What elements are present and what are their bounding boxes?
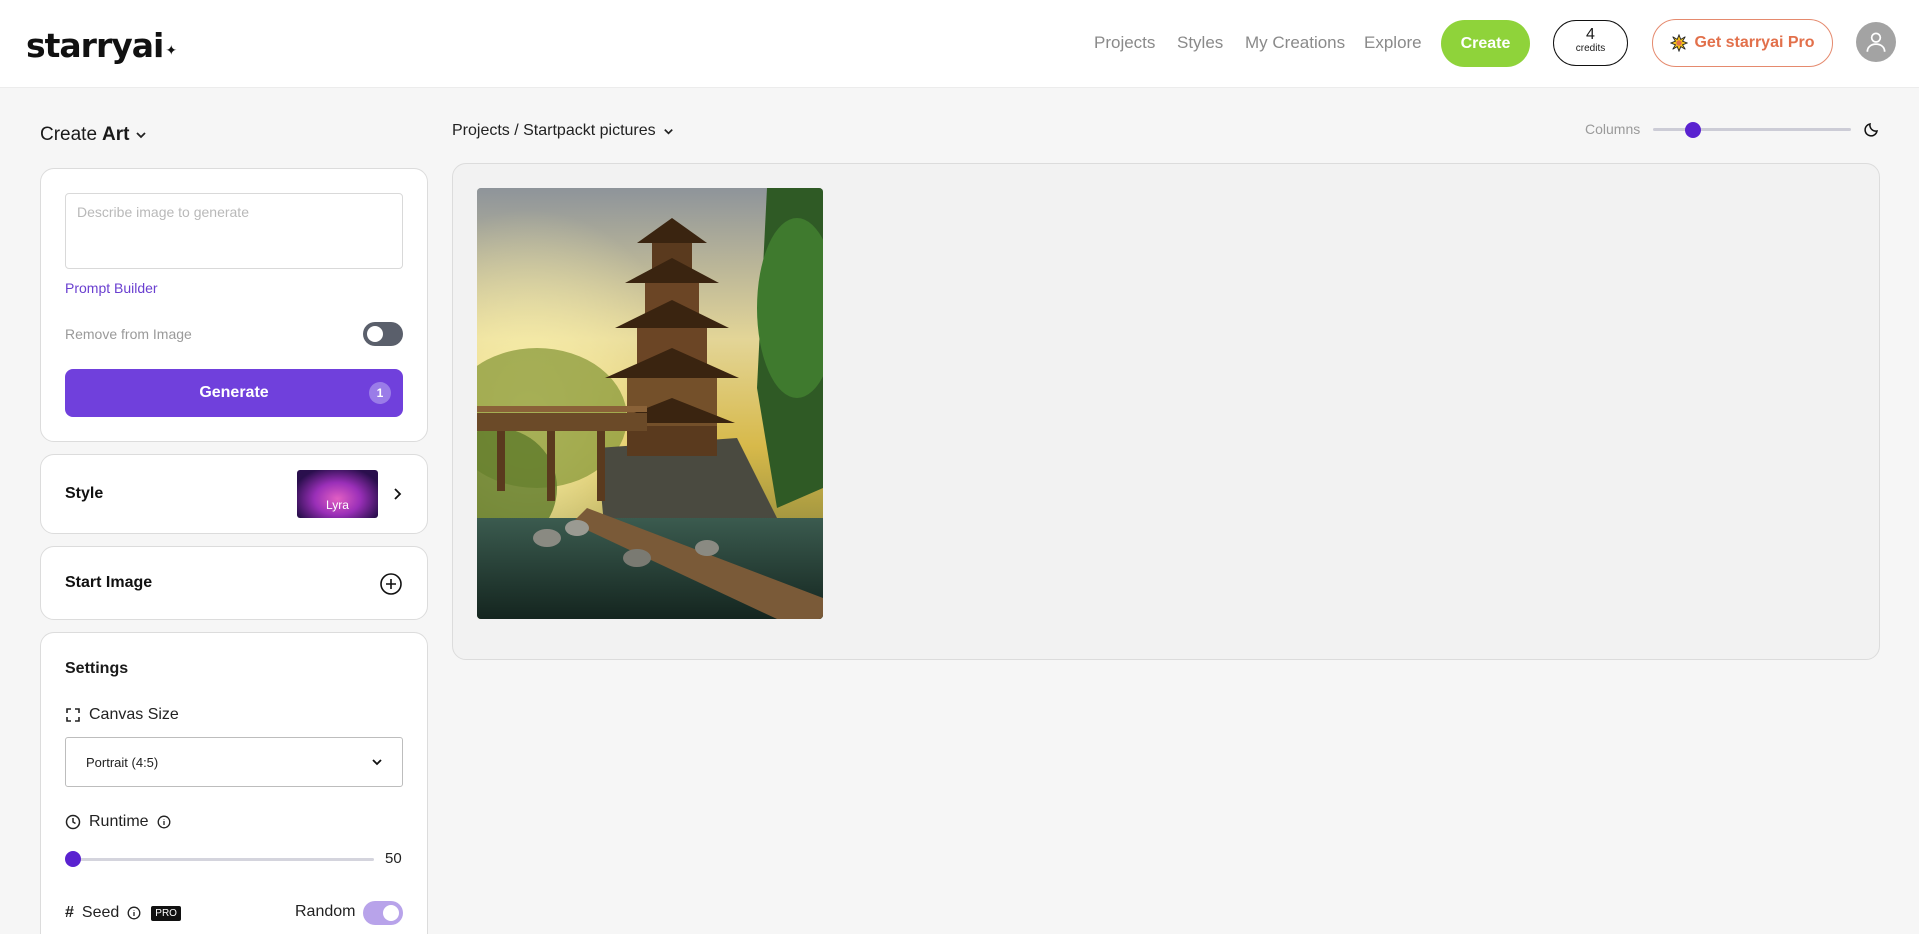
canvas-size-select[interactable]: Portrait (4:5) [65,737,403,787]
info-icon[interactable] [127,906,141,920]
project-breadcrumb[interactable]: Projects / Startpackt pictures [452,122,675,140]
moon-icon[interactable] [1864,121,1880,137]
expand-icon [66,708,80,722]
clock-icon [65,814,81,830]
hash-icon: # [65,904,74,921]
starryai-logo[interactable]: starryai ✦ [26,26,177,65]
generate-count-badge: 1 [369,382,391,404]
random-label: Random [295,903,356,920]
seed-row: # Seed PRO [65,904,181,922]
prompt-panel: Prompt Builder Remove from Image Generat… [40,168,428,442]
add-circle-icon[interactable] [379,572,403,596]
style-panel[interactable]: Style Lyra [40,454,428,534]
start-image-panel[interactable]: Start Image [40,546,428,620]
logo-star-icon: ✦ [165,43,177,59]
prompt-input[interactable] [65,193,403,269]
credits-label: credits [1575,43,1606,54]
runtime-slider-track[interactable] [73,858,374,861]
style-label: Style [65,485,104,502]
chevron-right-icon[interactable] [390,487,404,501]
columns-slider-track[interactable] [1653,128,1851,131]
columns-label: Columns [1585,121,1641,137]
get-pro-button[interactable]: Get starryai Pro [1652,19,1833,67]
style-name: Lyra [326,498,349,512]
nav-projects[interactable]: Projects [1094,33,1155,53]
remove-from-image-label: Remove from Image [65,326,192,342]
generate-button[interactable]: Generate 1 [65,369,403,417]
credits-count: 4 [1586,26,1595,43]
canvas-size-row: Canvas Size [65,706,179,724]
runtime-row: Runtime [65,813,171,831]
user-icon [1866,32,1886,52]
create-mode-selector[interactable]: Create Art [40,124,148,146]
top-header: starryai ✦ Projects Styles My Creations E… [0,0,1919,88]
credits-badge[interactable]: 4 credits [1553,20,1628,66]
user-avatar[interactable] [1856,22,1896,62]
nav-styles[interactable]: Styles [1177,33,1223,53]
sparkle-badge-icon [1670,34,1689,52]
columns-slider-thumb[interactable] [1684,122,1701,138]
random-seed-toggle[interactable] [363,901,403,925]
nav-explore[interactable]: Explore [1364,33,1422,53]
gallery-panel [452,163,1880,660]
chevron-down-icon [136,132,147,139]
pagoda-artwork-image [477,188,823,619]
create-button[interactable]: Create [1441,20,1530,67]
chevron-down-icon [663,128,673,135]
settings-title: Settings [65,660,129,677]
start-image-label: Start Image [65,574,153,591]
nav-my-creations[interactable]: My Creations [1245,33,1345,53]
remove-from-image-toggle[interactable] [363,322,403,346]
info-icon[interactable] [157,815,171,829]
chevron-down-icon [372,759,382,766]
runtime-slider-thumb[interactable] [65,851,81,867]
generated-image-pagoda[interactable] [477,188,823,619]
settings-panel: Settings Canvas Size Portrait (4:5) Runt… [40,632,428,934]
pro-badge: PRO [151,905,181,921]
style-thumbnail[interactable]: Lyra [297,470,378,518]
runtime-value: 50 [385,850,402,867]
prompt-builder-link[interactable]: Prompt Builder [65,280,158,296]
